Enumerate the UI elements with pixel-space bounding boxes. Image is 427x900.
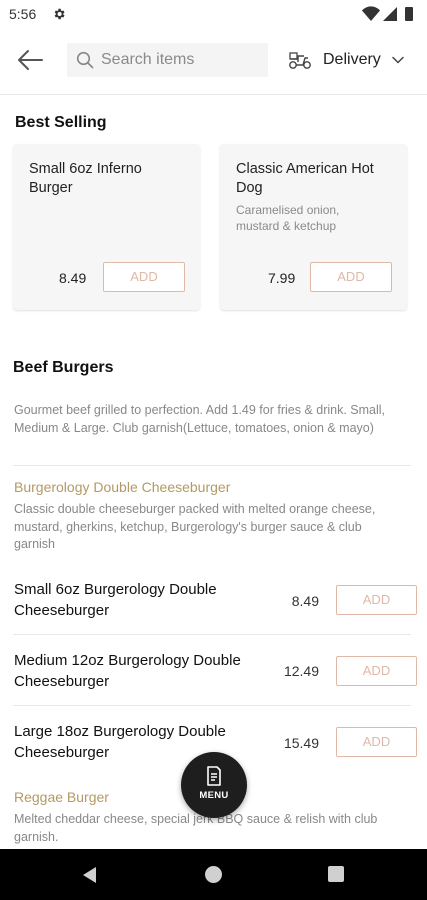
search-box[interactable] [67, 43, 268, 77]
wifi-icon [362, 6, 380, 21]
item-price: 15.49 [283, 735, 319, 751]
card-item-name: Classic American Hot Dog [236, 161, 374, 196]
beef-burgers-title: Beef Burgers [13, 359, 114, 376]
battery-icon [405, 7, 413, 21]
status-indicators [362, 6, 413, 21]
item-group-desc: Classic double cheeseburger packed with … [14, 502, 376, 551]
best-selling-title: Best Selling [15, 114, 107, 131]
delivery-label: Delivery [323, 51, 381, 68]
item-group-title: Reggae Burger [14, 789, 109, 805]
add-button[interactable]: ADD [103, 262, 185, 292]
card-item-desc: Caramelised onion, mustard & ketchup [236, 203, 340, 233]
category-description: Gourmet beef grilled to perfection. Add … [14, 403, 386, 435]
divider [13, 634, 411, 635]
card-item-name: Small 6oz Inferno Burger [29, 161, 142, 196]
system-nav-bar [0, 849, 427, 900]
add-button[interactable]: ADD [336, 585, 417, 615]
chevron-down-icon [392, 56, 404, 64]
nav-back-icon[interactable] [80, 865, 98, 885]
divider [13, 705, 411, 706]
best-selling-card[interactable]: Classic American Hot Dog Caramelised oni… [220, 144, 407, 310]
menu-item-row[interactable]: Medium 12oz Burgerology Double Cheesebur… [0, 636, 427, 706]
item-price: 8.49 [291, 593, 319, 609]
item-name: Small 6oz Burgerology Double Cheeseburge… [14, 581, 217, 619]
back-arrow-icon[interactable] [16, 48, 44, 72]
card-item-price: 7.99 [268, 270, 296, 286]
menu-fab-label: MENU [199, 790, 229, 801]
menu-document-icon [207, 766, 221, 786]
item-group-title: Burgerology Double Cheeseburger [14, 479, 231, 495]
item-name: Medium 12oz Burgerology Double Cheesebur… [14, 652, 241, 690]
item-price: 12.49 [283, 663, 319, 679]
status-bar: 5:56 [0, 0, 427, 28]
delivery-mode-selector[interactable]: Delivery [288, 48, 413, 74]
best-selling-card[interactable]: Small 6oz Inferno Burger 8.49 ADD [13, 144, 200, 310]
add-button[interactable]: ADD [336, 727, 417, 757]
card-item-price: 8.49 [59, 270, 87, 286]
signal-icon [383, 7, 397, 21]
add-button[interactable]: ADD [310, 262, 392, 292]
menu-item-row[interactable]: Small 6oz Burgerology Double Cheeseburge… [0, 565, 427, 635]
nav-recents-icon[interactable] [328, 866, 344, 882]
scooter-icon [289, 52, 311, 69]
settings-gear-icon [54, 8, 65, 20]
top-app-bar: Delivery [0, 28, 427, 95]
status-time: 5:56 [9, 6, 37, 22]
menu-fab-button[interactable]: MENU [181, 752, 247, 818]
add-button[interactable]: ADD [336, 656, 417, 686]
search-input[interactable] [101, 43, 261, 77]
search-icon [76, 51, 94, 69]
divider [13, 465, 411, 466]
nav-home-icon[interactable] [205, 866, 222, 883]
